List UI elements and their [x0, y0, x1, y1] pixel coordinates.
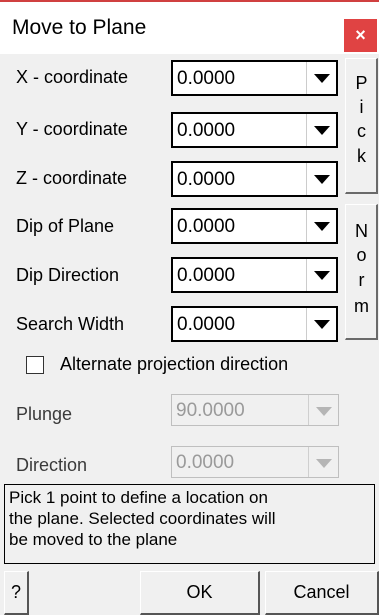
title-bar: Move to Plane × [0, 2, 379, 54]
close-icon: × [355, 25, 366, 45]
pick-button[interactable]: P i c k [345, 58, 378, 194]
dip-direction-label: Dip Direction [16, 265, 120, 285]
x-coordinate-combo[interactable]: 0.0000 [171, 60, 338, 96]
close-button[interactable]: × [344, 19, 377, 52]
plunge-label: Plunge [16, 404, 73, 424]
norm-button-letter: N [355, 221, 368, 241]
instruction-line: Pick 1 point to define a location on [9, 488, 268, 507]
norm-button-letter: o [356, 245, 367, 265]
norm-button[interactable]: N o r m [345, 204, 378, 340]
search-width-value[interactable]: 0.0000 [177, 314, 235, 336]
dip-of-plane-value[interactable]: 0.0000 [177, 216, 235, 238]
x-coordinate-dropdown-button[interactable] [306, 62, 336, 94]
norm-button-letter: m [354, 296, 369, 316]
z-coordinate-combo[interactable]: 0.0000 [171, 161, 338, 197]
chevron-down-icon [314, 74, 330, 83]
instruction-line: be moved to the plane [9, 530, 178, 549]
y-coordinate-value[interactable]: 0.0000 [177, 120, 235, 142]
y-coordinate-dropdown-button[interactable] [306, 114, 336, 146]
plunge-combo: 90.0000 [171, 394, 339, 426]
z-coordinate-dropdown-button[interactable] [306, 163, 336, 195]
instruction-text-box: Pick 1 point to define a location on the… [4, 484, 375, 564]
dip-of-plane-label: Dip of Plane [16, 216, 115, 236]
chevron-down-icon [314, 320, 330, 329]
direction-value: 0.0000 [176, 452, 235, 473]
search-width-label: Search Width [16, 314, 125, 334]
pick-button-letter: c [357, 121, 366, 141]
chevron-down-icon [314, 126, 330, 135]
chevron-down-icon [314, 222, 330, 231]
cancel-button[interactable]: Cancel [265, 571, 379, 615]
direction-combo: 0.0000 [171, 446, 339, 478]
dip-of-plane-combo[interactable]: 0.0000 [171, 208, 338, 244]
direction-label: Direction [16, 455, 88, 475]
pick-button-letter: k [357, 146, 366, 166]
chevron-down-icon [316, 459, 332, 468]
plunge-value: 90.0000 [176, 400, 245, 421]
alternate-projection-checkbox[interactable] [26, 356, 44, 374]
instruction-line: the plane. Selected coordinates will [9, 509, 276, 528]
alternate-projection-label[interactable]: Alternate projection direction [60, 354, 288, 375]
search-width-dropdown-button[interactable] [306, 308, 336, 340]
x-coordinate-label: X - coordinate [16, 67, 129, 87]
x-coordinate-value[interactable]: 0.0000 [177, 68, 235, 90]
dip-direction-value[interactable]: 0.0000 [177, 265, 235, 287]
search-width-combo[interactable]: 0.0000 [171, 306, 338, 342]
z-coordinate-value[interactable]: 0.0000 [177, 169, 235, 191]
help-button[interactable]: ? [4, 571, 29, 615]
ok-button[interactable]: OK [140, 571, 260, 615]
direction-dropdown-button [308, 447, 338, 477]
dip-direction-dropdown-button[interactable] [306, 259, 336, 291]
norm-button-letter: r [358, 270, 365, 290]
chevron-down-icon [314, 271, 330, 280]
chevron-down-icon [316, 407, 332, 416]
y-coordinate-label: Y - coordinate [16, 119, 128, 139]
z-coordinate-label: Z - coordinate [16, 168, 128, 188]
pick-button-letter: P [355, 73, 368, 93]
y-coordinate-combo[interactable]: 0.0000 [171, 112, 338, 148]
plunge-dropdown-button [308, 395, 338, 425]
window-title: Move to Plane [12, 16, 147, 39]
pick-button-letter: i [359, 97, 364, 117]
dip-of-plane-dropdown-button[interactable] [306, 210, 336, 242]
dip-direction-combo[interactable]: 0.0000 [171, 257, 338, 293]
chevron-down-icon [314, 175, 330, 184]
